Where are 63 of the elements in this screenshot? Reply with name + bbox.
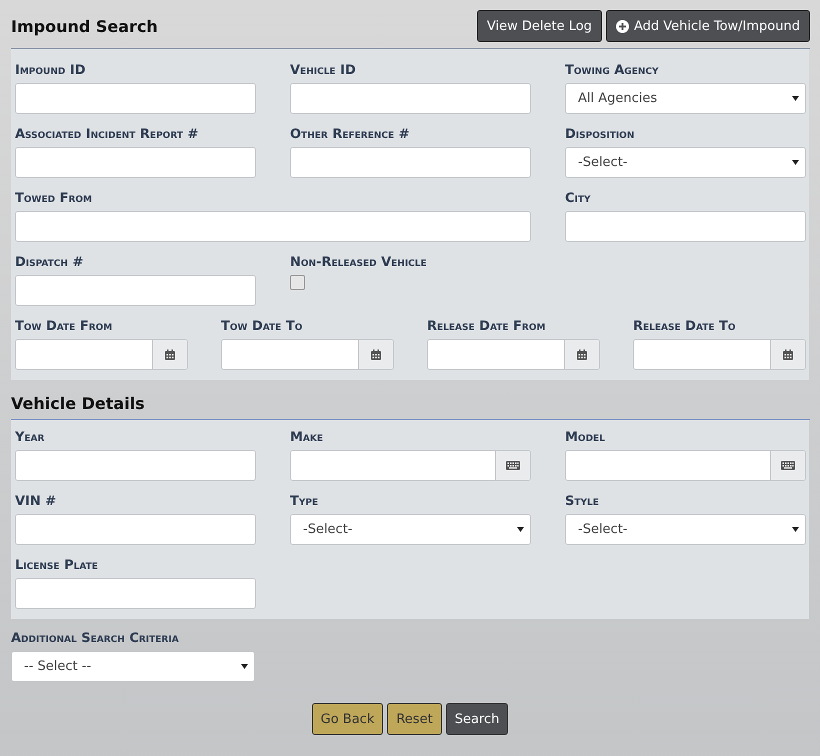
field-label: Towing Agency	[565, 63, 660, 78]
text-field[interactable]	[15, 514, 256, 545]
date-field[interactable]	[221, 339, 394, 370]
text-field[interactable]	[565, 211, 806, 242]
text-field[interactable]	[565, 450, 806, 481]
select-field[interactable]: All Agencies	[565, 83, 806, 114]
field-label: Release Date To	[633, 319, 737, 334]
field-label: Tow Date To	[221, 319, 304, 334]
field-label: Release Date From	[427, 319, 546, 334]
field-label: Style	[565, 494, 600, 509]
date-field[interactable]	[15, 339, 188, 370]
plus-circle-icon	[616, 20, 629, 32]
text-field[interactable]	[290, 83, 531, 114]
caret-icon	[792, 527, 799, 532]
field-label: Other Reference #	[290, 127, 411, 142]
select-field[interactable]: -Select-	[290, 514, 531, 545]
date-field[interactable]	[427, 339, 600, 370]
field-label: Tow Date From	[15, 319, 114, 334]
field-label: Non-Released Vehicle	[290, 255, 428, 270]
field-label: Towed From	[15, 191, 94, 206]
text-field[interactable]	[15, 83, 256, 114]
header-button[interactable]: View Delete Log	[476, 10, 602, 42]
field-label: Additional Search Criteria	[11, 631, 180, 646]
page-title: Impound Search	[11, 16, 158, 36]
field-label: Vehicle ID	[290, 63, 357, 78]
text-field[interactable]	[15, 211, 531, 242]
field-label: Impound ID	[15, 63, 87, 78]
action-button[interactable]: Go Back	[312, 703, 384, 735]
section-title: Vehicle Details	[11, 394, 146, 413]
field-label: Model	[565, 430, 606, 445]
field-label: Type	[290, 494, 320, 509]
field-label: License Plate	[15, 558, 99, 573]
keyboard-icon	[781, 461, 795, 470]
field-label: Year	[15, 430, 46, 445]
field-label: City	[565, 191, 592, 206]
calendar-icon	[782, 348, 794, 360]
field-label: Dispatch #	[15, 255, 84, 270]
caret-icon	[792, 160, 799, 165]
search-button[interactable]: Search	[446, 703, 508, 735]
text-field[interactable]	[15, 578, 256, 609]
text-field[interactable]	[290, 450, 531, 481]
field-label: Associated Incident Report #	[15, 127, 200, 142]
text-field[interactable]	[290, 147, 531, 178]
select-field[interactable]: -Select-	[565, 514, 806, 545]
text-field[interactable]	[15, 275, 256, 306]
header-button[interactable]: Add Vehicle Tow/Impound	[606, 10, 810, 42]
select-field[interactable]: -- Select --	[11, 651, 255, 682]
field-label: Disposition	[565, 127, 636, 142]
calendar-icon	[164, 348, 176, 360]
text-field[interactable]	[15, 450, 256, 481]
text-field[interactable]	[15, 147, 256, 178]
field-label: Make	[290, 430, 324, 445]
caret-icon	[241, 664, 248, 669]
select-field[interactable]: -Select-	[565, 147, 806, 178]
date-field[interactable]	[633, 339, 806, 370]
checkbox[interactable]	[290, 275, 305, 290]
caret-icon	[792, 96, 799, 101]
calendar-icon	[370, 348, 382, 360]
calendar-icon	[576, 348, 588, 360]
caret-icon	[517, 527, 524, 532]
field-label: VIN #	[15, 494, 58, 509]
action-button[interactable]: Reset	[387, 703, 442, 735]
keyboard-icon	[506, 461, 520, 470]
